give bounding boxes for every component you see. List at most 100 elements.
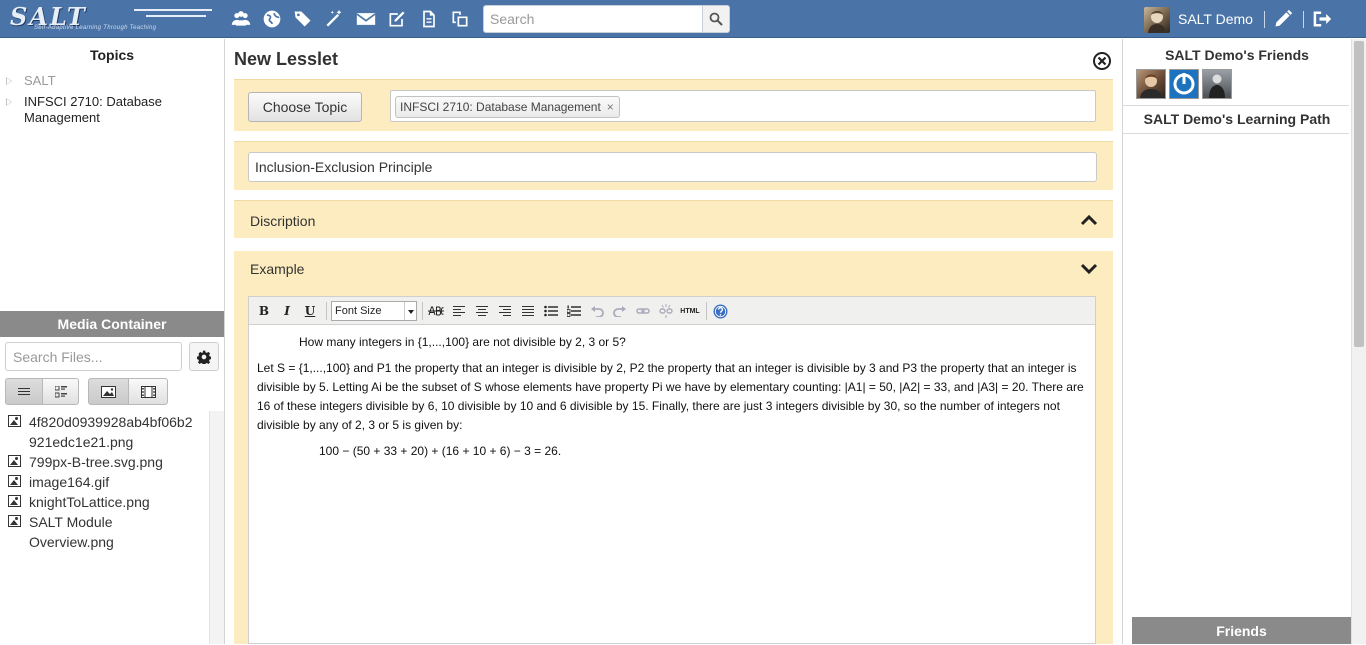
html-label: HTML xyxy=(680,307,700,315)
users-icon[interactable] xyxy=(229,7,253,31)
example-label[interactable]: Example xyxy=(250,261,304,277)
friends-footer-tab[interactable]: Friends xyxy=(1132,617,1351,644)
link-icon xyxy=(636,308,650,314)
file-name: knightToLattice.png xyxy=(29,494,150,510)
align-center-button[interactable] xyxy=(474,303,490,319)
images-filter-button[interactable] xyxy=(88,378,129,405)
undo-icon xyxy=(591,306,604,317)
video-filter-button[interactable] xyxy=(128,378,168,405)
example-solution: Let S = {1,...,100} and P1 the property … xyxy=(257,361,1084,432)
align-right-icon xyxy=(499,304,511,318)
undo-button[interactable] xyxy=(589,303,605,319)
font-size-label: Font Size xyxy=(335,305,382,317)
expand-triangle-icon[interactable] xyxy=(6,98,12,106)
unlink-icon xyxy=(659,304,673,318)
file-name: 4f820d0939928ab4bf06b2921edc1e21.png xyxy=(29,414,193,450)
gear-icon xyxy=(197,350,211,364)
envelope-icon[interactable] xyxy=(354,7,378,31)
media-file-item[interactable]: SALT Module Overview.png xyxy=(8,512,139,552)
unlink-button[interactable] xyxy=(658,303,674,319)
file-list-scrollbar[interactable] xyxy=(209,411,224,644)
friend-avatar[interactable] xyxy=(1169,69,1199,99)
underline-button[interactable]: U xyxy=(302,303,318,319)
divider xyxy=(1264,11,1265,28)
tags-icon[interactable] xyxy=(291,7,315,31)
chevron-up-icon[interactable] xyxy=(1080,214,1098,226)
align-left-button[interactable] xyxy=(451,303,467,319)
learning-path-title: SALT Demo's Learning Path xyxy=(1143,111,1331,127)
toolbar-divider xyxy=(706,302,707,320)
italic-button[interactable]: I xyxy=(279,303,295,319)
topic-item-salt[interactable]: SALT xyxy=(6,73,216,89)
chevron-down-icon[interactable] xyxy=(1080,263,1098,275)
search-input[interactable] xyxy=(484,6,703,32)
link-button[interactable] xyxy=(635,303,651,319)
grid-view-button[interactable] xyxy=(42,378,79,405)
media-search-input[interactable] xyxy=(5,342,182,371)
numbered-list-icon xyxy=(567,305,581,317)
logout-icon[interactable] xyxy=(1310,7,1334,31)
logo-stroke xyxy=(146,15,206,17)
justify-icon xyxy=(522,304,534,318)
html-source-button[interactable]: HTML xyxy=(679,303,701,319)
list-icon xyxy=(18,386,30,397)
friend-avatar[interactable] xyxy=(1202,69,1232,99)
image-file-icon xyxy=(8,475,21,487)
search-box xyxy=(483,5,730,33)
scrollbar-thumb[interactable] xyxy=(1354,41,1364,347)
topic-label: INFSCI 2710: Database Management xyxy=(24,94,163,125)
font-size-select[interactable]: Font Size xyxy=(331,301,417,321)
lesslet-title-input[interactable] xyxy=(248,152,1097,182)
rich-text-editor[interactable]: B I U Font Size HTML How many integers i… xyxy=(248,296,1096,644)
description-accordion[interactable]: Discription xyxy=(234,200,1113,238)
editor-toolbar: B I U Font Size HTML xyxy=(249,297,1095,325)
help-button[interactable] xyxy=(712,303,728,319)
file-name: image164.gif xyxy=(29,474,110,490)
justify-button[interactable] xyxy=(520,303,536,319)
logo-tagline: Self-Adaptive Learning Through Teaching xyxy=(34,25,157,31)
example-question: How many integers in {1,...,100} are not… xyxy=(299,335,626,349)
magic-wand-icon[interactable] xyxy=(322,7,346,31)
friend-avatar[interactable] xyxy=(1136,69,1166,99)
logo-stroke xyxy=(134,9,212,11)
user-name[interactable]: SALT Demo xyxy=(1178,11,1253,27)
toolbar-divider xyxy=(326,302,327,320)
numbered-list-button[interactable] xyxy=(566,303,582,319)
topic-item-infsci-2710[interactable]: INFSCI 2710: Database Management xyxy=(6,94,216,126)
redo-icon xyxy=(613,306,626,317)
search-button[interactable] xyxy=(702,6,729,32)
page-title: New Lesslet xyxy=(234,49,339,69)
media-file-item[interactable]: 799px-B-tree.svg.png xyxy=(8,452,194,472)
remove-topic-button[interactable]: × xyxy=(607,97,614,117)
list-view-button[interactable] xyxy=(5,378,43,405)
redo-button[interactable] xyxy=(612,303,628,319)
file-name: 799px-B-tree.svg.png xyxy=(29,454,163,470)
dropdown-arrow-icon xyxy=(404,302,416,320)
choose-topic-button[interactable]: Choose Topic xyxy=(248,92,362,122)
media-file-item[interactable]: knightToLattice.png xyxy=(8,492,194,512)
topic-select-field[interactable]: INFSCI 2710: Database Management × xyxy=(390,90,1096,122)
film-icon xyxy=(140,385,156,398)
expand-triangle-icon[interactable] xyxy=(6,77,12,85)
bold-button[interactable]: B xyxy=(256,303,272,319)
pencil-icon[interactable] xyxy=(1271,7,1295,31)
salt-logo[interactable]: SALT Self-Adaptive Learning Through Teac… xyxy=(4,2,212,34)
align-right-button[interactable] xyxy=(497,303,513,319)
media-file-item[interactable]: 4f820d0939928ab4bf06b2921edc1e21.png xyxy=(8,412,194,452)
edit-icon[interactable] xyxy=(385,7,409,31)
right-panel: SALT Demo's Friends SALT Demo's Learning… xyxy=(1122,39,1351,644)
selected-topic-label: INFSCI 2710: Database Management xyxy=(400,100,601,114)
document-icon[interactable] xyxy=(417,7,441,31)
copy-icon[interactable] xyxy=(448,7,472,31)
description-label: Discription xyxy=(250,213,316,229)
user-avatar[interactable] xyxy=(1144,7,1170,33)
media-settings-button[interactable] xyxy=(189,342,219,371)
globe-icon[interactable] xyxy=(260,7,284,31)
bullet-list-button[interactable] xyxy=(543,303,559,319)
title-section xyxy=(234,141,1113,190)
media-file-item[interactable]: image164.gif xyxy=(8,472,194,492)
close-button[interactable] xyxy=(1092,51,1112,71)
strikethrough-button[interactable] xyxy=(428,303,444,319)
editor-content[interactable]: How many integers in {1,...,100} are not… xyxy=(257,333,1085,468)
page-scrollbar[interactable] xyxy=(1351,39,1366,644)
